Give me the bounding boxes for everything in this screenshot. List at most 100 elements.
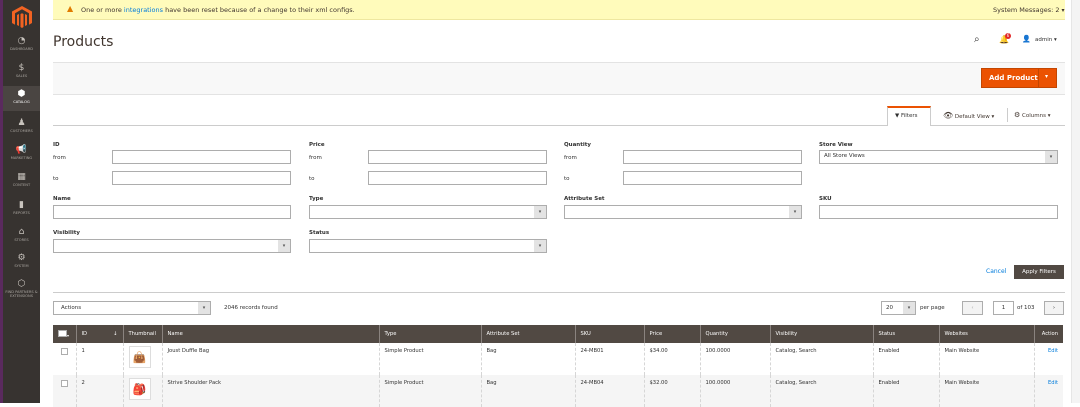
cancel-button[interactable]: Cancel	[986, 268, 1006, 275]
previous-page-button[interactable]: ‹	[962, 301, 983, 315]
cell-quantity: 100.0000	[699, 375, 770, 407]
magento-logo[interactable]	[11, 5, 33, 29]
product-thumbnail[interactable]: 🎒	[128, 378, 151, 400]
sidebar-item-system[interactable]: ⚙ System	[3, 250, 40, 275]
cell-websites: Main Website	[938, 375, 1034, 407]
sidebar-item-dashboard[interactable]: ◔ Dashboard	[3, 33, 40, 58]
page-input[interactable]: 1	[993, 301, 1014, 315]
scrollbar[interactable]	[1071, 0, 1080, 403]
sidebar-item-marketing[interactable]: 📢 Marketing	[3, 142, 40, 167]
warning-icon: ▲	[67, 4, 74, 13]
cell-visibility: Catalog, Search	[769, 343, 873, 375]
cell-price: $32.00	[643, 375, 700, 407]
filter-price-to-input[interactable]	[368, 171, 547, 185]
page-title: Products	[53, 34, 114, 50]
filter-id-from-input[interactable]	[112, 150, 291, 164]
filter-type-select[interactable]: ▾	[309, 205, 547, 219]
columns-dropdown[interactable]: ⚙ Columns ▾	[1014, 111, 1050, 119]
integrations-link[interactable]: integrations	[124, 6, 163, 14]
table-row: 2 🎒 Strive Shoulder Pack Simple Product Bag 2…	[53, 375, 1063, 407]
sidebar-item-stores[interactable]: ⌂ Stores	[3, 224, 40, 249]
column-header-type[interactable]: Type	[378, 325, 481, 343]
column-header-quantity[interactable]: Quantity	[699, 325, 770, 343]
person-icon: ♟	[17, 118, 26, 128]
dashboard-icon: ◔	[17, 36, 26, 46]
row-checkbox[interactable]	[61, 380, 68, 387]
filter-icon: ▼	[895, 113, 900, 119]
cell-sku: 24-MB04	[574, 375, 644, 407]
filter-status-select[interactable]: ▾	[309, 239, 547, 253]
products-grid: ▾ ID ↓ Thumbnail Name Type Attribute Set SKU Pri…	[53, 325, 1063, 407]
filters-tab[interactable]: ▼ Filters	[887, 106, 931, 126]
system-message-bar: ▲ One or more integrations have been res…	[53, 0, 1065, 20]
edit-link[interactable]: Edit	[1048, 348, 1058, 354]
records-found: 2046 records found	[224, 305, 278, 311]
column-header-attribute-set[interactable]: Attribute Set	[480, 325, 575, 343]
search-icon[interactable]: ⌕	[974, 34, 980, 45]
system-messages-toggle[interactable]: System Messages: 2 ▾	[993, 6, 1065, 14]
dollar-icon: $	[18, 63, 25, 73]
column-header-thumbnail[interactable]: Thumbnail	[122, 325, 162, 343]
megaphone-icon: 📢	[15, 145, 28, 155]
chevron-down-icon[interactable]: ▾	[1045, 73, 1048, 80]
admin-menu[interactable]: admin ▾	[1035, 37, 1057, 43]
sidebar-item-customers[interactable]: ♟ Customers	[3, 115, 40, 140]
filter-quantity-from-input[interactable]	[623, 150, 802, 164]
filter-price-label: Price	[309, 142, 325, 148]
column-header-status[interactable]: Status	[872, 325, 939, 343]
sidebar-item-sales[interactable]: $ Sales	[3, 60, 40, 85]
sidebar-item-catalog[interactable]: ⬢ Catalog	[3, 86, 40, 111]
filter-name-input[interactable]	[53, 205, 291, 219]
page-actions-bar	[53, 62, 1065, 95]
box-icon: ⬢	[17, 89, 26, 99]
column-header-visibility[interactable]: Visibility	[769, 325, 873, 343]
filter-quantity-label: Quantity	[564, 142, 591, 148]
cell-attribute_set: Bag	[480, 343, 575, 375]
column-header-name[interactable]: Name	[161, 325, 379, 343]
product-thumbnail[interactable]: 👜	[128, 346, 151, 368]
filter-sku-input[interactable]	[819, 205, 1058, 219]
store-view-select[interactable]: All Store Views ▾	[819, 150, 1058, 164]
cell-sku: 24-MB01	[574, 343, 644, 375]
notice-text: One or more integrations have been reset…	[81, 6, 355, 14]
select-all-header[interactable]: ▾	[53, 325, 76, 343]
add-product-button[interactable]: Add Product ▾	[981, 68, 1057, 88]
select-all-checkbox	[58, 329, 67, 337]
cell-type: Simple Product	[378, 375, 481, 407]
filter-quantity-to-input[interactable]	[623, 171, 802, 185]
filter-id-to-input[interactable]	[112, 171, 291, 185]
sidebar-item-reports[interactable]: ▮ Reports	[3, 197, 40, 222]
cell-websites: Main Website	[938, 343, 1034, 375]
cell-name: Strive Shoulder Pack	[161, 375, 379, 407]
sidebar-item-find[interactable]: ⬡ Find Partners & Extensions	[3, 276, 40, 304]
mass-actions-select[interactable]: Actions ▾	[53, 301, 211, 315]
cell-type: Simple Product	[378, 343, 481, 375]
notifications-badge: 6	[1005, 33, 1011, 39]
cube-icon: ⬡	[17, 279, 26, 289]
default-view-dropdown[interactable]: 👁 Default View ▾	[943, 111, 994, 120]
sort-arrow-icon: ↓	[113, 331, 118, 337]
sidebar: ◔ Dashboard $ Sales ⬢ Catalog ♟ Customers 📢 Marke…	[0, 0, 40, 403]
filter-attribute_set-select[interactable]: ▾	[564, 205, 802, 219]
column-header-sku[interactable]: SKU	[574, 325, 644, 343]
apply-filters-button[interactable]: Apply Filters	[1014, 265, 1064, 279]
cell-name: Joust Duffle Bag	[161, 343, 379, 375]
cell-status: Enabled	[872, 375, 939, 407]
row-checkbox[interactable]	[61, 348, 68, 355]
filter-price-from-input[interactable]	[368, 150, 547, 164]
eye-icon: 👁	[943, 111, 954, 120]
layout-icon: ▦	[17, 172, 26, 182]
user-icon: 👤	[1022, 35, 1031, 43]
column-header-action[interactable]: Action	[1033, 325, 1063, 343]
column-header-websites[interactable]: Websites	[938, 325, 1034, 343]
bar-chart-icon: ▮	[19, 200, 24, 210]
next-page-button[interactable]: ›	[1044, 301, 1064, 315]
per-page-label: per page	[920, 305, 945, 311]
column-header-id[interactable]: ID ↓	[75, 325, 123, 343]
store-icon: ⌂	[18, 227, 25, 237]
per-page-select[interactable]: 20 ▾	[881, 301, 916, 315]
filter-visibility-select[interactable]: ▾	[53, 239, 291, 253]
column-header-price[interactable]: Price	[643, 325, 700, 343]
sidebar-item-content[interactable]: ▦ Content	[3, 169, 40, 194]
edit-link[interactable]: Edit	[1048, 380, 1058, 386]
